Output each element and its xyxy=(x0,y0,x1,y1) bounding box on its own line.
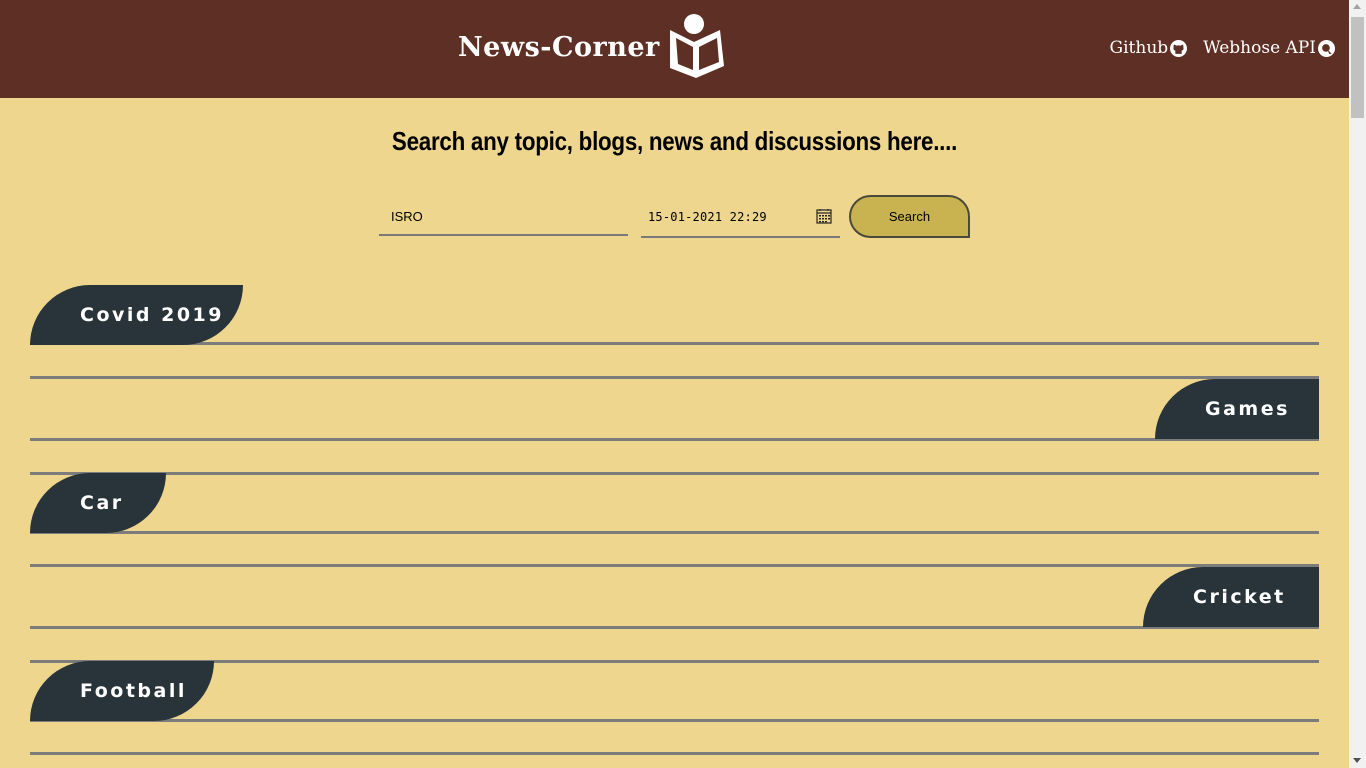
scroll-up-icon[interactable] xyxy=(1353,4,1361,9)
scroll-thumb[interactable] xyxy=(1351,17,1364,118)
divider xyxy=(30,626,1319,629)
topic-tab[interactable]: Football xyxy=(30,661,214,721)
nav-link-webhose-api[interactable]: Webhose API xyxy=(1203,38,1335,58)
nav-link-label: Github xyxy=(1109,38,1169,58)
scroll-down-icon[interactable] xyxy=(1353,758,1361,763)
divider xyxy=(30,342,1319,345)
divider xyxy=(30,531,1319,534)
page: News-Corner Github Webhose API Search an… xyxy=(0,0,1366,768)
topic-tab[interactable]: Covid 2019 xyxy=(30,285,243,345)
header-nav: Github Webhose API xyxy=(1094,38,1335,58)
calendar-icon[interactable] xyxy=(816,208,832,224)
divider xyxy=(30,438,1319,441)
search-input[interactable] xyxy=(379,198,628,236)
topic-row-covid-2019: Covid 2019 xyxy=(30,285,1319,379)
datetime-value: 15-01-2021 22:29 xyxy=(648,210,767,224)
topic-row-games: Games xyxy=(30,379,1319,475)
webhose-icon xyxy=(1318,39,1335,57)
topic-row-cricket: Cricket xyxy=(30,567,1319,663)
topic-tab[interactable]: Cricket xyxy=(1143,567,1319,627)
nav-link-label: Webhose API xyxy=(1203,38,1316,58)
search-button[interactable]: Search xyxy=(849,195,970,238)
datetime-field[interactable]: 15-01-2021 22:29 xyxy=(641,198,840,238)
brand[interactable]: News-Corner xyxy=(458,12,728,82)
search-headline: Search any topic, blogs, news and discus… xyxy=(391,126,958,156)
github-icon xyxy=(1170,39,1188,57)
topic-row-car: Car xyxy=(30,473,1319,567)
site-header: News-Corner Github Webhose API xyxy=(0,0,1349,98)
vertical-scrollbar[interactable] xyxy=(1349,0,1366,768)
brand-title: News-Corner xyxy=(458,31,660,63)
topic-tab[interactable]: Games xyxy=(1155,379,1319,439)
topic-row-football: Football xyxy=(30,661,1319,755)
topic-tab[interactable]: Car xyxy=(30,473,166,533)
nav-link-github[interactable]: Github xyxy=(1110,38,1188,58)
reader-book-icon xyxy=(669,14,724,78)
divider xyxy=(30,719,1319,722)
divider xyxy=(30,752,1319,755)
